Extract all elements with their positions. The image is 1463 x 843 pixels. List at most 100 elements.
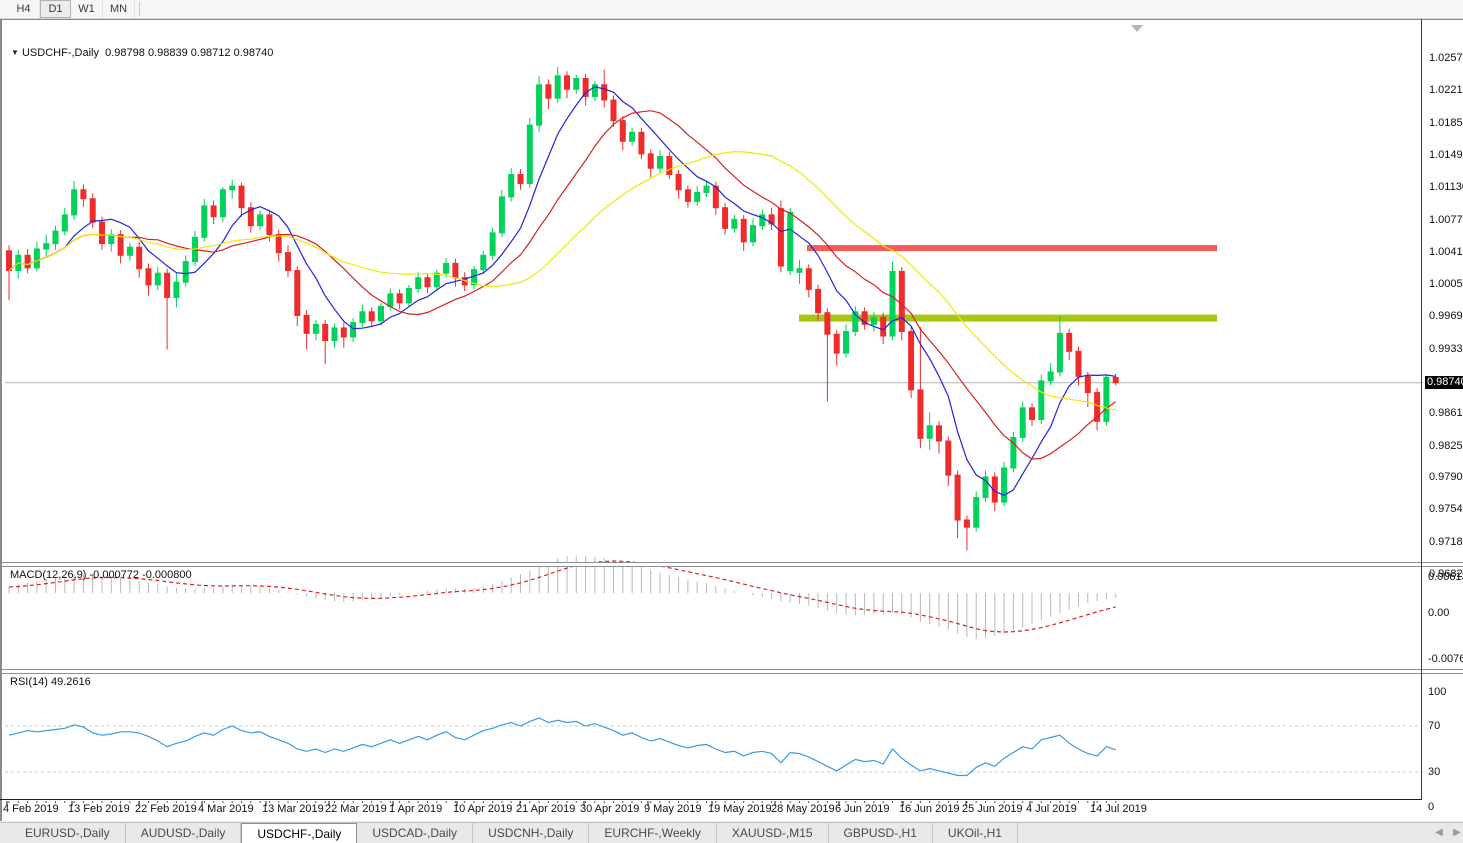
candle-body: [992, 477, 997, 502]
candle-body: [983, 477, 988, 498]
candle-body: [406, 288, 411, 302]
candle-body: [313, 324, 318, 333]
timeframe-button-w1[interactable]: W1: [71, 0, 103, 18]
rsi-axis-label-30: 30: [1428, 766, 1440, 778]
tab-audusd-daily[interactable]: AUDUSD-,Daily: [126, 823, 242, 843]
candle-body: [44, 244, 49, 249]
rsi-axis-label-70: 70: [1428, 720, 1440, 732]
candle-body: [360, 312, 365, 323]
candle-body: [667, 157, 672, 175]
date-axis-label: 28 May 2019: [771, 803, 835, 815]
ohlc-open: 0.98798: [105, 47, 145, 59]
candle-body: [323, 324, 328, 340]
pane-separator-macd[interactable]: [2, 562, 1463, 567]
price-axis-label: 0.99330: [1429, 343, 1463, 355]
chart-canvas[interactable]: [2, 20, 1463, 842]
candle-body: [267, 215, 272, 235]
tab-usdcad-daily[interactable]: USDCAD-,Daily: [357, 823, 473, 843]
candle-body: [611, 100, 616, 121]
tab-usdchf-daily[interactable]: USDCHF-,Daily: [241, 823, 357, 843]
tab-scroll-right-icon[interactable]: ▶: [1450, 826, 1463, 840]
candle-body: [844, 332, 849, 354]
candle-body: [704, 186, 709, 192]
candle-body: [732, 219, 737, 228]
price-axis-label: 0.99690: [1429, 310, 1463, 322]
candle-body: [527, 125, 532, 183]
date-axis-label: 19 May 2019: [708, 803, 772, 815]
candle-body: [425, 278, 430, 287]
candle-body: [193, 237, 198, 261]
candle-body: [90, 199, 95, 222]
price-axis-label: 1.00410: [1429, 246, 1463, 258]
candle-body: [937, 426, 942, 441]
ma-medium-line: [9, 111, 1116, 459]
candle-body: [1057, 333, 1062, 372]
candle-body: [816, 289, 821, 312]
candle-body: [100, 222, 105, 244]
price-axis-label: 1.01850: [1429, 117, 1463, 129]
candle-body: [1030, 408, 1035, 420]
ma-fast-line: [9, 87, 1116, 496]
timeframe-button-h4[interactable]: H4: [8, 0, 40, 18]
date-axis-label: 4 Jul 2019: [1026, 803, 1077, 815]
tab-scroll-left-icon[interactable]: ◀: [1432, 826, 1446, 840]
candle-body: [751, 226, 756, 242]
candle-body: [881, 317, 886, 336]
candle-body: [1011, 437, 1016, 468]
candle-body: [258, 215, 263, 226]
date-axis-label: 9 May 2019: [644, 803, 701, 815]
candle-body: [72, 190, 77, 215]
price-axis-label: 1.02210: [1429, 84, 1463, 96]
resistance-line: [807, 245, 1217, 251]
rsi-line: [9, 718, 1116, 776]
date-axis-label: 16 Jun 2019: [899, 803, 960, 815]
candle-body: [286, 253, 291, 271]
macd-axis-max: 0.00613: [1428, 571, 1463, 583]
tab-gbpusd-h1[interactable]: GBPUSD-,H1: [829, 823, 933, 843]
candle-body: [137, 247, 142, 269]
candle-body: [890, 271, 895, 336]
candle-body: [7, 251, 12, 271]
candle-body: [220, 190, 225, 217]
candle-body: [695, 192, 700, 201]
tab-eurchf-weekly[interactable]: EURCHF-,Weekly: [589, 823, 716, 843]
tab-eurusd-daily[interactable]: EURUSD-,Daily: [10, 823, 126, 843]
chart-tabs-bar: EURUSD-,DailyAUDUSD-,DailyUSDCHF-,DailyU…: [0, 822, 1463, 843]
candle-body: [630, 132, 635, 141]
candle-body: [332, 328, 337, 341]
candle-body: [955, 475, 960, 520]
timeframe-button-d1[interactable]: D1: [40, 0, 71, 18]
pane-separator-rsi[interactable]: [2, 669, 1463, 674]
candle-body: [351, 323, 356, 337]
date-axis-label: 30 Apr 2019: [580, 803, 639, 815]
price-axis-label: 0.98250: [1429, 440, 1463, 452]
tab-xauusd-m15[interactable]: XAUUSD-,M15: [717, 823, 829, 843]
candle-body: [778, 209, 783, 266]
candle-body: [248, 208, 253, 226]
tab-ukoil-h1[interactable]: UKOil-,H1: [933, 823, 1018, 843]
candle-body: [723, 208, 728, 229]
candle-body: [1076, 351, 1081, 376]
macd-indicator-label: MACD(12,26,9) -0.000772 -0.000800: [10, 569, 192, 581]
candle-body: [602, 85, 607, 100]
candle-body: [565, 76, 570, 89]
candle-body: [899, 271, 904, 331]
ohlc-high: 0.98839: [148, 47, 188, 59]
candle-body: [490, 233, 495, 255]
date-axis-label: 22 Feb 2019: [135, 803, 197, 815]
price-axis-label: 0.97180: [1429, 536, 1463, 548]
candle-body: [825, 313, 830, 335]
tab-usdcnh-daily[interactable]: USDCNH-,Daily: [473, 823, 589, 843]
candle-body: [127, 247, 132, 255]
candle-body: [862, 312, 867, 325]
timeframe-button-mn[interactable]: MN: [103, 0, 135, 18]
candle-body: [118, 235, 123, 256]
price-axis-label: 1.02570: [1429, 52, 1463, 64]
candle-body: [1039, 381, 1044, 420]
date-axis-label: 4 Feb 2019: [3, 803, 59, 815]
chart-dropdown-icon[interactable]: ▼: [11, 48, 19, 57]
candle-body: [946, 441, 951, 475]
candle-body: [34, 249, 39, 268]
candle-body: [871, 317, 876, 324]
candle-body: [230, 186, 235, 190]
